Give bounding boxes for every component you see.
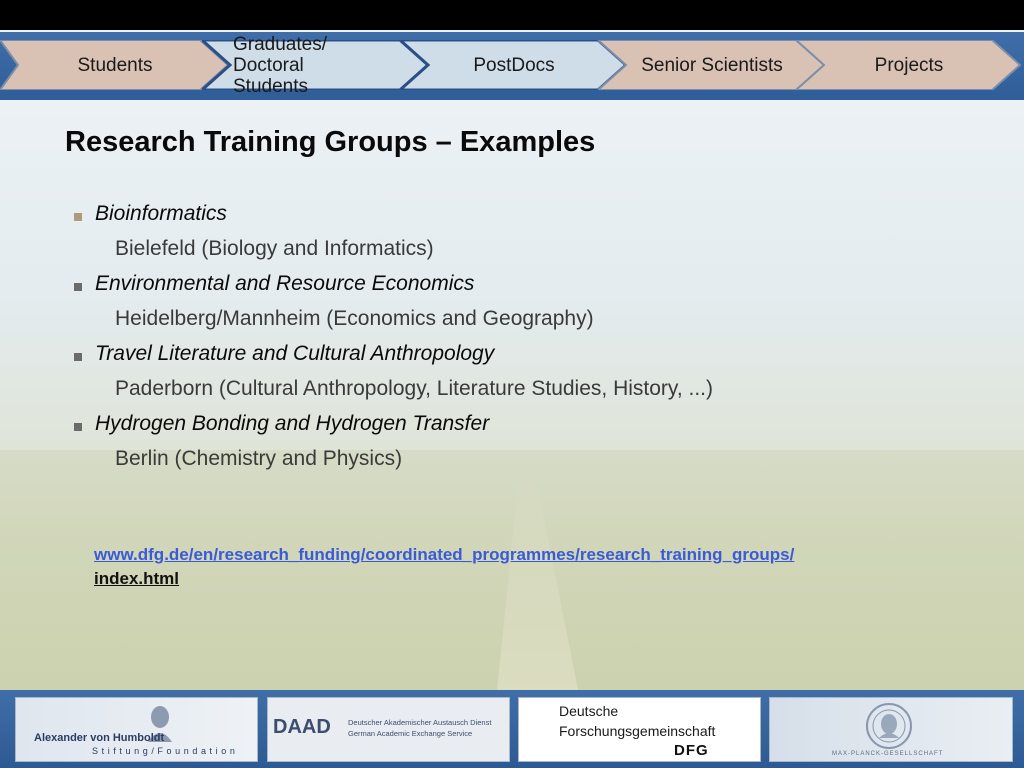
tab-projects[interactable]: Projects xyxy=(796,40,1022,90)
topic-detail: Paderborn (Cultural Anthropology, Litera… xyxy=(70,377,970,412)
bullet-icon xyxy=(74,423,82,431)
daad-german: Deutscher Akademischer Austausch Dienst xyxy=(348,718,492,727)
dfg-link[interactable]: www.dfg.de/en/research_funding/coordinat… xyxy=(94,545,794,589)
dfg-line2: Forschungsgemeinschaft xyxy=(559,723,716,739)
topic-detail: Berlin (Chemistry and Physics) xyxy=(70,447,970,482)
dfg-link-url-end[interactable]: index.html xyxy=(94,569,794,589)
daad-english: German Academic Exchange Service xyxy=(348,729,473,738)
tab-senior-scientists-label: Senior Scientists xyxy=(641,54,783,76)
bullet-icon xyxy=(74,213,82,221)
dfg-line1: Deutsche xyxy=(559,703,619,719)
daad-name: DAAD xyxy=(273,716,331,738)
page-title: Research Training Groups – Examples xyxy=(65,126,596,158)
topic-detail-text: Heidelberg/Mannheim (Economics and Geogr… xyxy=(115,307,594,330)
navigation-bar: Students Graduates/ Doctoral Students Po… xyxy=(0,32,1024,100)
minerva-seal-icon xyxy=(866,703,912,749)
tab-students-label: Students xyxy=(77,54,153,76)
footer-logo-bar: Alexander von Humboldt Stiftung/Foundati… xyxy=(0,690,1024,768)
topic-detail-text: Paderborn (Cultural Anthropology, Litera… xyxy=(115,377,714,400)
topic-title: Environmental and Resource Economics xyxy=(95,272,475,295)
topic-detail: Bielefeld (Biology and Informatics) xyxy=(70,237,970,272)
tab-senior-scientists[interactable]: Senior Scientists xyxy=(598,40,826,90)
daad-logo[interactable]: DAAD Deutscher Akademischer Austausch Di… xyxy=(267,697,510,762)
dfg-mark: DFG xyxy=(674,742,709,759)
list-item: Travel Literature and Cultural Anthropol… xyxy=(70,342,970,377)
mpg-logo[interactable]: MAX-PLANCK-GESELLSCHAFT xyxy=(769,697,1013,762)
tab-postdocs-label: PostDocs xyxy=(473,54,555,76)
list-item: Environmental and Resource Economics xyxy=(70,272,970,307)
topic-title: Travel Literature and Cultural Anthropol… xyxy=(95,342,495,365)
topic-title: Hydrogen Bonding and Hydrogen Transfer xyxy=(95,412,490,435)
topic-title: Bioinformatics xyxy=(95,202,227,225)
dfg-logo[interactable]: Deutsche Forschungsgemeinschaft DFG xyxy=(518,697,761,762)
topic-list: Bioinformatics Bielefeld (Biology and In… xyxy=(70,202,970,482)
bullet-icon xyxy=(74,353,82,361)
topic-detail-text: Bielefeld (Biology and Informatics) xyxy=(115,237,434,260)
tab-projects-label: Projects xyxy=(874,54,944,76)
topic-detail: Heidelberg/Mannheim (Economics and Geogr… xyxy=(70,307,970,342)
bullet-icon xyxy=(74,283,82,291)
tab-students[interactable]: Students xyxy=(0,40,230,90)
tab-postdocs[interactable]: PostDocs xyxy=(400,40,628,90)
dfg-link-url[interactable]: www.dfg.de/en/research_funding/coordinat… xyxy=(94,545,794,565)
humboldt-sub: Stiftung/Foundation xyxy=(92,746,239,756)
mpg-name: MAX-PLANCK-GESELLSCHAFT xyxy=(832,751,944,757)
slide: Students Graduates/ Doctoral Students Po… xyxy=(0,30,1024,768)
list-item: Hydrogen Bonding and Hydrogen Transfer xyxy=(70,412,970,447)
tab-graduates[interactable]: Graduates/ Doctoral Students xyxy=(202,34,430,97)
topic-detail-text: Berlin (Chemistry and Physics) xyxy=(115,447,403,470)
tab-graduates-label: Graduates/ Doctoral Students xyxy=(233,33,327,97)
list-item: Bioinformatics xyxy=(70,202,970,237)
humboldt-logo[interactable]: Alexander von Humboldt Stiftung/Foundati… xyxy=(15,697,258,762)
humboldt-name: Alexander von Humboldt xyxy=(34,732,165,744)
